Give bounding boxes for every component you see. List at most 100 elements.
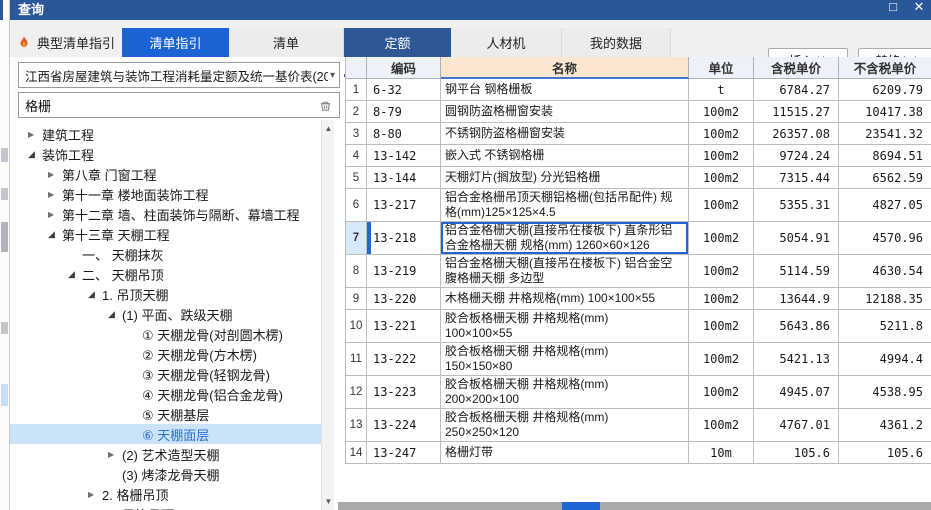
row-number-cell[interactable]: 7 [346, 222, 367, 255]
chevron-expanded-icon[interactable]: ◢ [88, 289, 102, 300]
code-cell[interactable]: 13-217 [367, 189, 441, 222]
tree-item[interactable]: ⑤ 天棚基层 [10, 404, 321, 424]
chevron-right-icon[interactable]: ▶ [48, 210, 62, 219]
code-cell[interactable]: 13-222 [367, 343, 441, 376]
tree-item[interactable]: ④ 天棚龙骨(铝合金龙骨) [10, 384, 321, 404]
close-icon[interactable]: ✕ [911, 0, 927, 15]
table-row[interactable]: 2 8-79 圆钢防盗格栅窗安装 100m2 11515.27 10417.38 [346, 101, 931, 123]
price-no-tax-cell[interactable]: 105.6 [839, 442, 931, 464]
tab-labor-material-machine[interactable]: 人材机 [451, 28, 562, 57]
table-row[interactable]: 3 8-80 不锈钢防盗格栅窗安装 100m2 26357.08 23541.3… [346, 123, 931, 145]
unit-cell[interactable]: 100m2 [689, 343, 754, 376]
code-cell[interactable]: 13-144 [367, 167, 441, 189]
chevron-expanded-icon[interactable]: ◢ [28, 149, 42, 160]
table-row[interactable]: 7 13-218 铝合金格栅天棚(直接吊在楼板下) 直条形铝 合金格栅天棚 规格… [346, 222, 931, 255]
tab-quota[interactable]: 定额 [344, 28, 451, 57]
column-header-code[interactable]: 编码 [367, 57, 441, 79]
tab-typical-list-guide[interactable]: 典型清单指引 [10, 28, 122, 57]
price-tax-cell[interactable]: 9724.24 [754, 145, 839, 167]
price-tax-cell[interactable]: 7315.44 [754, 167, 839, 189]
tree-item[interactable]: ▶ 第八章 门窗工程 [10, 164, 321, 184]
code-cell[interactable]: 13-219 [367, 255, 441, 288]
table-row[interactable]: 4 13-142 嵌入式 不锈钢格栅 100m2 9724.24 8694.51 [346, 145, 931, 167]
tree-item[interactable]: ▶ 第十二章 墙、柱面装饰与隔断、幕墙工程 [10, 204, 321, 224]
name-cell[interactable]: 嵌入式 不锈钢格栅 [441, 145, 689, 167]
price-tax-cell[interactable]: 26357.08 [754, 123, 839, 145]
code-cell[interactable]: 6-32 [367, 79, 441, 101]
tree-item[interactable]: ▶ 第十一章 楼地面装饰工程 [10, 184, 321, 204]
table-row[interactable]: 12 13-223 胶合板格栅天棚 井格规格(mm) 200×200×100 1… [346, 376, 931, 409]
chevron-right-icon[interactable]: ▶ [48, 190, 62, 199]
column-header-unit[interactable]: 单位 [689, 57, 754, 79]
name-cell[interactable]: 胶合板格栅天棚 井格规格(mm) 250×250×120 [441, 409, 689, 442]
tree-item[interactable]: ◢ 装饰工程 [10, 144, 321, 164]
unit-cell[interactable]: 100m2 [689, 288, 754, 310]
search-input[interactable] [25, 97, 317, 113]
name-cell[interactable]: 格栅灯带 [441, 442, 689, 464]
name-cell[interactable]: 钢平台 钢格栅板 [441, 79, 689, 101]
table-row[interactable]: 6 13-217 铝合金格栅吊顶天棚铝格栅(包括吊配件) 规 格(mm)125×… [346, 189, 931, 222]
name-cell[interactable]: 天棚灯片(搁放型) 分光铝格栅 [441, 167, 689, 189]
code-cell[interactable]: 13-247 [367, 442, 441, 464]
name-cell[interactable]: 胶合板格栅天棚 井格规格(mm) 150×150×80 [441, 343, 689, 376]
tree-item[interactable]: ◢ (1) 平面、跌级天棚 [10, 304, 321, 324]
tree-item[interactable]: ◢ 1. 吊顶天棚 [10, 284, 321, 304]
name-cell[interactable]: 圆钢防盗格栅窗安装 [441, 101, 689, 123]
chevron-expanded-icon[interactable]: ◢ [48, 229, 62, 240]
price-no-tax-cell[interactable]: 4994.4 [839, 343, 931, 376]
tree-item[interactable]: ▶ 建筑工程 [10, 124, 321, 144]
price-no-tax-cell[interactable]: 5211.8 [839, 310, 931, 343]
price-tax-cell[interactable]: 5643.86 [754, 310, 839, 343]
tree-item[interactable]: ① 天棚龙骨(对剖圆木楞) [10, 324, 321, 344]
price-tax-cell[interactable]: 105.6 [754, 442, 839, 464]
code-cell[interactable]: 13-142 [367, 145, 441, 167]
chevron-right-icon[interactable]: ▶ [28, 130, 42, 139]
price-no-tax-cell[interactable]: 4361.2 [839, 409, 931, 442]
row-number-cell[interactable]: 10 [346, 310, 367, 343]
price-tax-cell[interactable]: 5054.91 [754, 222, 839, 255]
unit-cell[interactable]: 10m [689, 442, 754, 464]
name-cell[interactable]: 胶合板格栅天棚 井格规格(mm) 200×200×100 [441, 376, 689, 409]
row-number-cell[interactable]: 2 [346, 101, 367, 123]
tree-item[interactable]: ◢ 二、 天棚吊顶 [10, 264, 321, 284]
code-cell[interactable]: 13-223 [367, 376, 441, 409]
chevron-right-icon[interactable]: ▶ [108, 450, 122, 459]
unit-cell[interactable]: 100m2 [689, 376, 754, 409]
tab-list-guide[interactable]: 清单指引 [122, 28, 229, 57]
row-number-cell[interactable]: 4 [346, 145, 367, 167]
price-tax-cell[interactable]: 11515.27 [754, 101, 839, 123]
price-no-tax-cell[interactable]: 4570.96 [839, 222, 931, 255]
column-header-price-no-tax[interactable]: 不含税单价 [839, 57, 931, 79]
tree-item[interactable]: 吊筒吊顶 [10, 504, 321, 510]
price-no-tax-cell[interactable]: 6562.59 [839, 167, 931, 189]
tab-my-data[interactable]: 我的数据 [562, 28, 671, 57]
row-number-cell[interactable]: 5 [346, 167, 367, 189]
code-cell[interactable]: 8-80 [367, 123, 441, 145]
tree-item[interactable]: ② 天棚龙骨(方木楞) [10, 344, 321, 364]
row-number-cell[interactable]: 14 [346, 442, 367, 464]
tree-item[interactable]: (3) 烤漆龙骨天棚 [10, 464, 321, 484]
name-cell[interactable]: 铝合金格栅天棚(直接吊在楼板下) 铝合金空 腹格栅天棚 多边型 [441, 255, 689, 288]
name-cell[interactable]: 铝合金格栅天棚(直接吊在楼板下) 直条形铝 合金格栅天棚 规格(mm) 1260… [441, 222, 689, 255]
chevron-right-icon[interactable]: ▶ [48, 170, 62, 179]
row-number-cell[interactable]: 12 [346, 376, 367, 409]
table-row[interactable]: 13 13-224 胶合板格栅天棚 井格规格(mm) 250×250×120 1… [346, 409, 931, 442]
unit-cell[interactable]: 100m2 [689, 310, 754, 343]
unit-cell[interactable]: 100m2 [689, 145, 754, 167]
price-no-tax-cell[interactable]: 12188.35 [839, 288, 931, 310]
tree-item[interactable]: ③ 天棚龙骨(轻钢龙骨) [10, 364, 321, 384]
name-cell[interactable]: 铝合金格栅吊顶天棚铝格栅(包括吊配件) 规 格(mm)125×125×4.5 [441, 189, 689, 222]
price-tax-cell[interactable]: 4945.07 [754, 376, 839, 409]
column-header-name[interactable]: 名称 [441, 57, 689, 79]
horizontal-scrollbar[interactable] [338, 502, 931, 510]
price-tax-cell[interactable]: 6784.27 [754, 79, 839, 101]
code-cell[interactable]: 13-218 [367, 222, 441, 255]
unit-cell[interactable]: 100m2 [689, 123, 754, 145]
tree-item[interactable]: 一、 天棚抹灰 [10, 244, 321, 264]
table-row[interactable]: 5 13-144 天棚灯片(搁放型) 分光铝格栅 100m2 7315.44 6… [346, 167, 931, 189]
horizontal-scrollbar-thumb[interactable] [562, 502, 600, 510]
price-no-tax-cell[interactable]: 4827.05 [839, 189, 931, 222]
column-header-price-tax[interactable]: 含税单价 [754, 57, 839, 79]
tree-scrollbar[interactable]: ▲ ▼ [321, 120, 334, 510]
code-cell[interactable]: 13-220 [367, 288, 441, 310]
